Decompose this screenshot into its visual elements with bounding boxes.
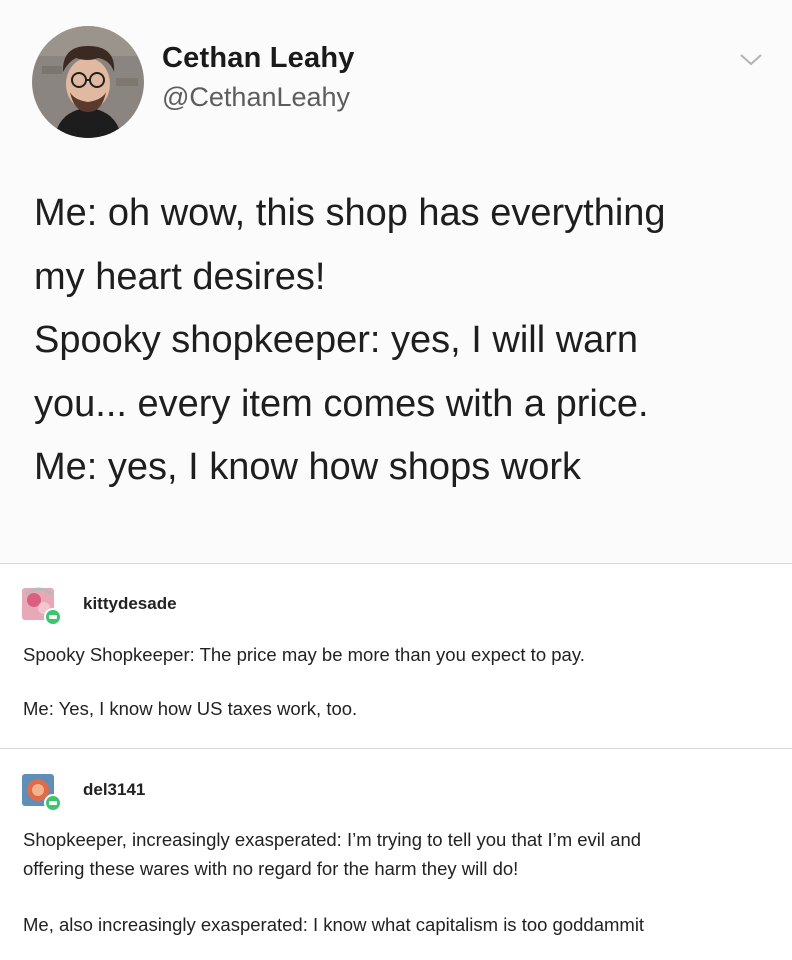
reply-line: offering these wares with no regard for … [23, 858, 519, 879]
divider [0, 563, 792, 564]
tweet-line: Spooky shopkeeper: yes, I will warn [34, 319, 639, 361]
chevron-down-icon[interactable] [737, 50, 765, 70]
reply-line: Shopkeeper, increasingly exasperated: I’… [23, 829, 642, 850]
avatar[interactable] [32, 26, 144, 138]
divider [0, 748, 792, 749]
reply-line: Spooky Shopkeeper: The price may be more… [23, 644, 585, 665]
reply-text: Me, also increasingly exasperated: I kno… [23, 910, 763, 939]
display-name[interactable]: Cethan Leahy [162, 42, 355, 75]
tweet-line: you... every item comes with a price. [34, 382, 649, 425]
user-avatar-icon[interactable] [22, 772, 62, 812]
user-avatar-icon[interactable] [22, 586, 62, 626]
tweet-text: Me: oh wow, this shop has everything my … [34, 182, 774, 500]
reply-line: Me, also increasingly exasperated: I kno… [23, 914, 645, 935]
reply-username[interactable]: kittydesade [83, 594, 177, 614]
tweet-line: my heart desires! [34, 255, 326, 298]
profile-photo-icon [32, 26, 144, 138]
tweet-line: Me: oh wow, this shop has everything [34, 192, 666, 234]
tweet-line: Me: yes, I know how shops work [34, 446, 581, 488]
reply-text: Spooky Shopkeeper: The price may be more… [23, 640, 763, 669]
tweet-card: Cethan Leahy @CethanLeahy Me: oh wow, th… [0, 0, 792, 563]
user-handle[interactable]: @CethanLeahy [162, 82, 350, 113]
reply-text: Shopkeeper, increasingly exasperated: I’… [23, 825, 763, 883]
reply-text: Me: Yes, I know how US taxes work, too. [23, 694, 763, 723]
reply-line: Me: Yes, I know how US taxes work, too. [23, 698, 358, 719]
reply-username[interactable]: del3141 [83, 780, 145, 800]
